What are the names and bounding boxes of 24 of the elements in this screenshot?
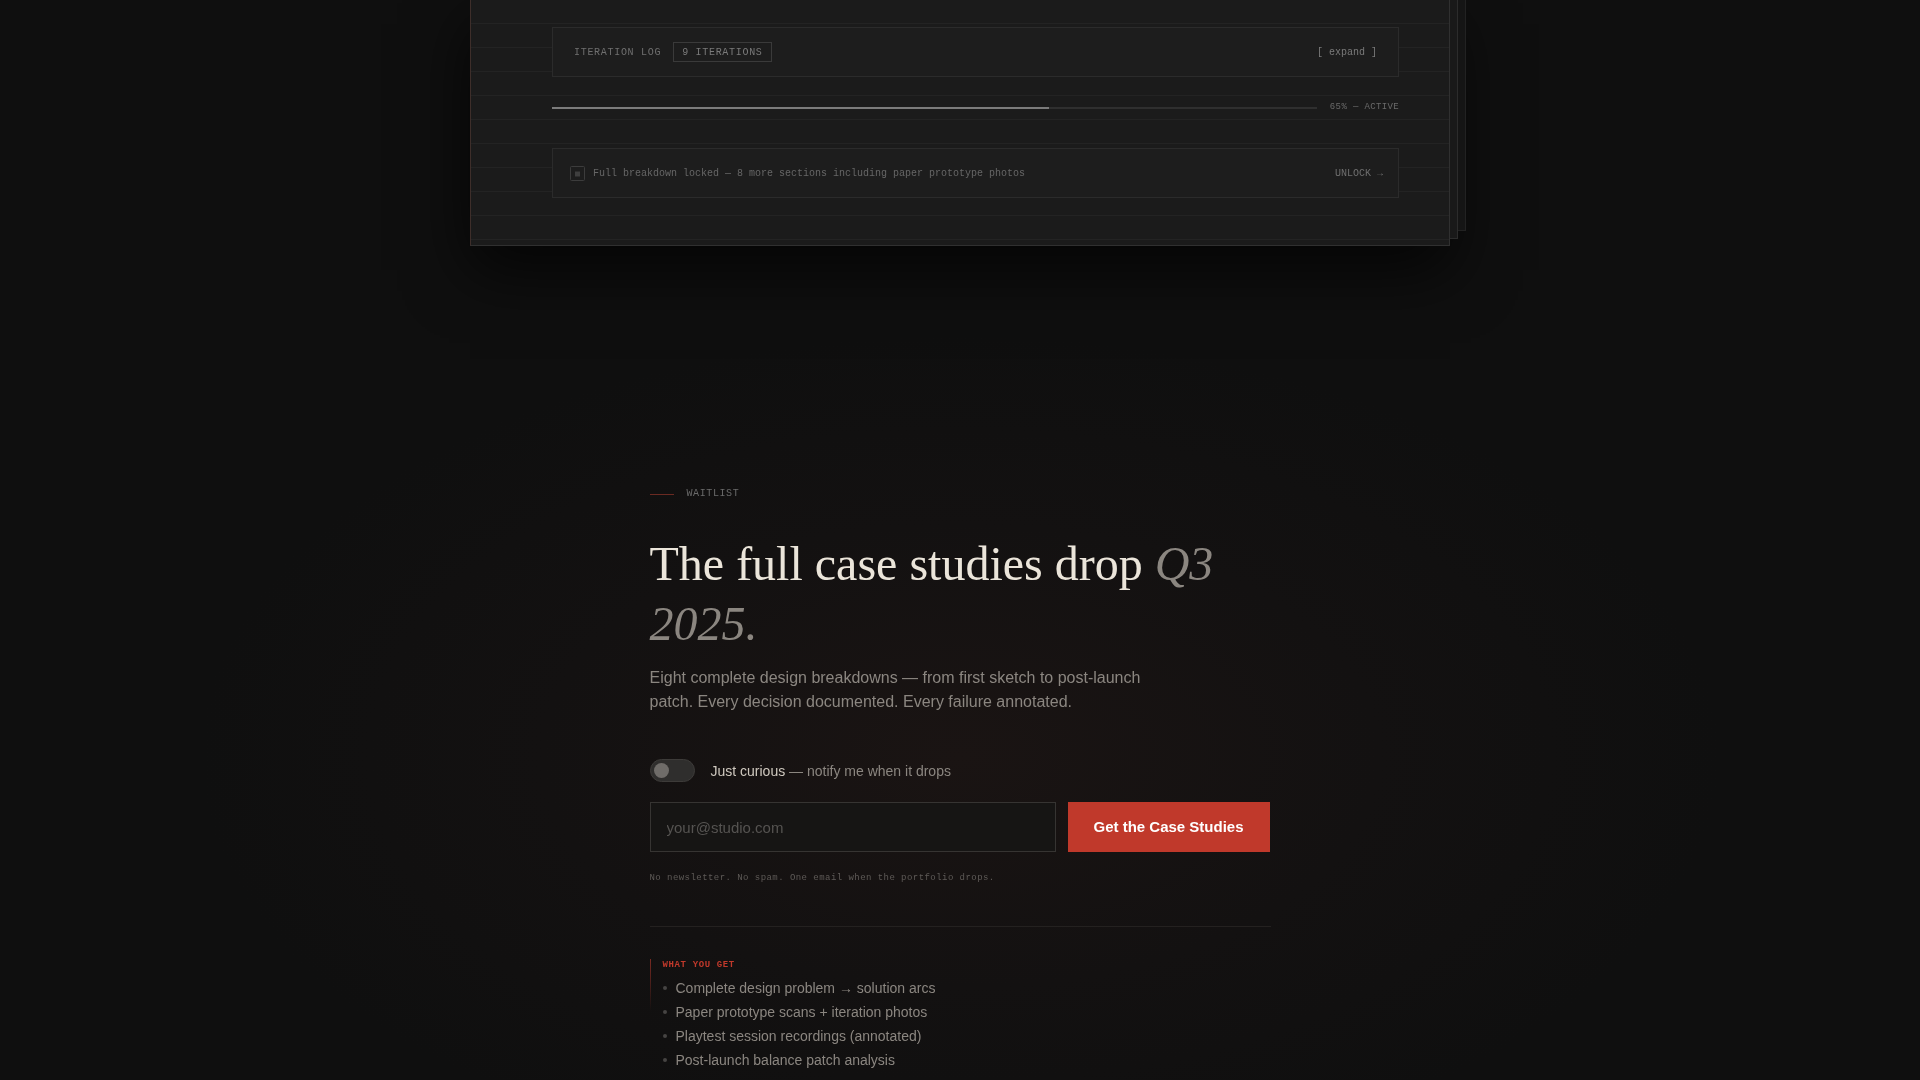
unlock-link[interactable]: UNLOCK → (1335, 165, 1383, 181)
section-label: ITERATION LOG (574, 45, 662, 60)
benefit-item: Paper prototype scans + iteration photos (675, 1003, 928, 1021)
form-note: No newsletter. No spam. One email when the portfolio drops. (649, 873, 995, 884)
count-badge: 9 ITERATIONS (673, 42, 772, 62)
benefit-item: Playtest session recordings (annotated) (675, 1027, 922, 1045)
section-eyebrow: WAITLIST (686, 488, 740, 500)
bullet-icon (662, 986, 667, 990)
square-icon (570, 165, 585, 181)
waitlist-description: Eight complete design breakdowns — from first sketch to post-launch patch. Every decision documented. Every failure annotated. (649, 668, 1142, 712)
expand-button[interactable]: [ expand ] (1317, 44, 1377, 60)
waitlist-heading: The full case studies drop Q3 2025. (649, 536, 1215, 652)
benefits-title: WHAT YOU GET (662, 959, 735, 971)
benefit-item: Post-launch balance patch analysis (675, 1051, 895, 1069)
toggle-label: Just curious — notify me when it drops (710, 761, 951, 781)
progress-reading: 65% — ACTIVE (1329, 101, 1399, 115)
bullet-icon (662, 1058, 667, 1062)
bullet-icon (662, 1010, 667, 1014)
email-field[interactable]: your@studio.com (649, 802, 1056, 852)
locked-message: Full breakdown locked — 8 more sections including paper prototype photos (593, 166, 1026, 181)
bullet-icon (662, 1034, 667, 1038)
benefit-item: Complete design problem → solution arcs (675, 979, 936, 997)
notify-toggle[interactable] (649, 759, 695, 782)
submit-button[interactable]: Get the Case Studies (1067, 802, 1270, 852)
